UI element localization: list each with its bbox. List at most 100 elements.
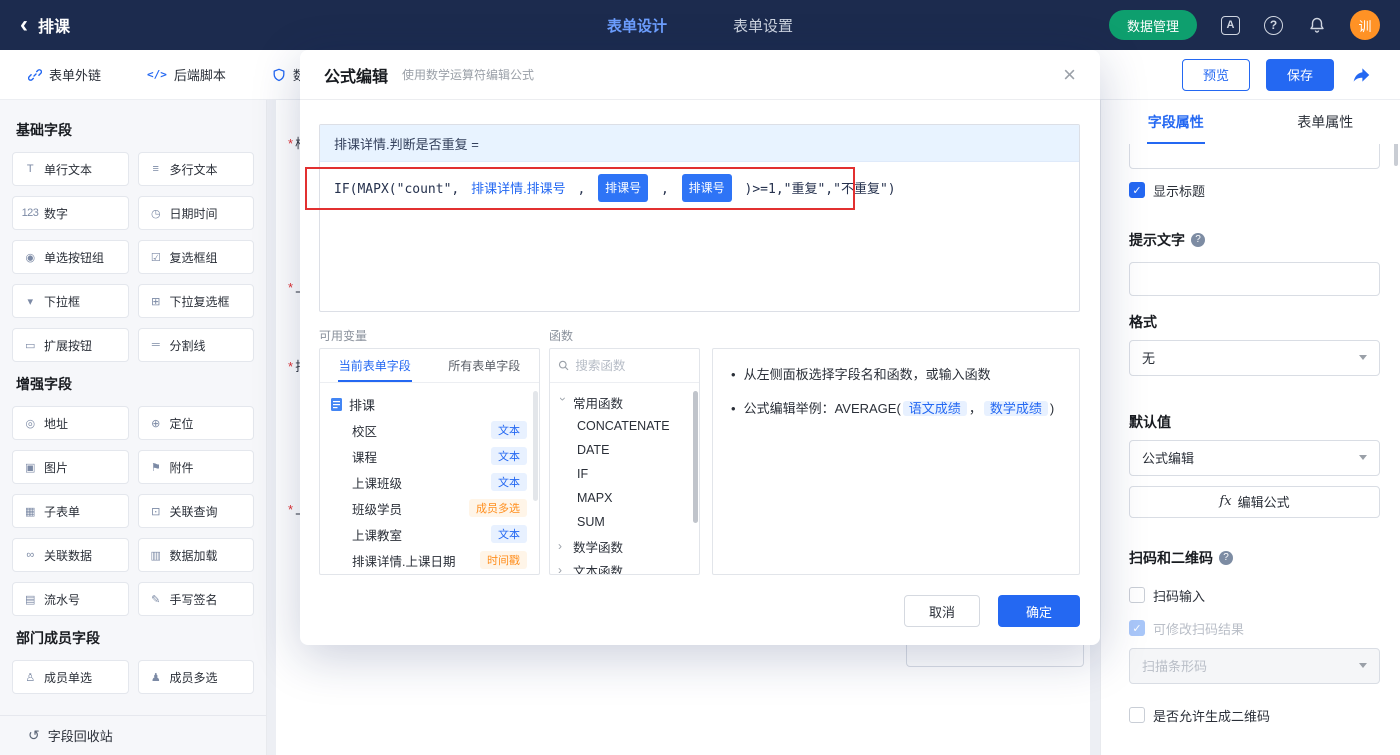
variable-row[interactable]: 排课详情.上课日期 时间戳: [330, 547, 535, 573]
title-input[interactable]: [1129, 144, 1380, 169]
tab-current-form-fields[interactable]: 当前表单字段: [320, 349, 430, 382]
field-chip-divider[interactable]: ═ 分割线: [137, 328, 254, 362]
question-icon[interactable]: ?: [1191, 232, 1205, 247]
field-chip-multi-dropdown[interactable]: ⊞ 下拉复选框: [137, 284, 254, 318]
field-chip-single-line-text[interactable]: T 单行文本: [12, 152, 129, 186]
tab-form-design[interactable]: 表单设计: [607, 15, 667, 36]
barcode-select[interactable]: 扫描条形码: [1129, 647, 1380, 684]
function-item[interactable]: DATE: [558, 438, 695, 462]
field-chip-related-data[interactable]: ∞ 关联数据: [12, 538, 129, 572]
member-single-icon: ♙: [25, 671, 35, 684]
share-icon[interactable]: [1350, 64, 1372, 86]
default-value-select[interactable]: 公式编辑: [1129, 439, 1380, 476]
formula-text: IF(MAPX("count",: [334, 182, 468, 197]
variable-row[interactable]: 课程 文本: [330, 443, 535, 469]
avatar[interactable]: 训: [1350, 10, 1380, 40]
field-chip-data-load[interactable]: ▥ 数据加载: [137, 538, 254, 572]
tab-field-properties[interactable]: 字段属性: [1101, 100, 1251, 144]
function-search-input[interactable]: [575, 358, 691, 373]
field-chip-dropdown[interactable]: ▾ 下拉框: [12, 284, 129, 318]
scrollbar-thumb[interactable]: [533, 391, 538, 501]
field-chip-radio-group[interactable]: ◉ 单选按钮组: [12, 240, 129, 274]
bell-icon[interactable]: [1307, 16, 1326, 35]
field-ref-token[interactable]: 排课详情.排课号: [471, 181, 566, 196]
field-chip-image[interactable]: ▣ 图片: [12, 450, 129, 484]
field-chip-serial-number[interactable]: ▤ 流水号: [12, 582, 129, 616]
field-chip-member-multi[interactable]: ♟ 成员多选: [137, 660, 254, 694]
formula-box: 排课详情.判断是否重复 = IF(MAPX("count", 排课详情.排课号 …: [319, 124, 1080, 312]
chevron-down-icon: [1359, 663, 1367, 668]
radio-icon: ◉: [25, 251, 35, 264]
field-chip-signature[interactable]: ✎ 手写签名: [137, 582, 254, 616]
function-item[interactable]: CONCATENATE: [558, 414, 695, 438]
variable-row[interactable]: 校区 文本: [330, 417, 535, 443]
variable-row[interactable]: 班级学员 成员多选: [330, 495, 535, 521]
modal-subtitle: 使用数学运算符编辑公式: [402, 68, 535, 82]
tab-all-form-fields[interactable]: 所有表单字段: [430, 349, 540, 382]
signature-icon: ✎: [151, 593, 160, 606]
field-chip-number[interactable]: 123 数字: [12, 196, 129, 230]
translate-icon[interactable]: A: [1221, 15, 1240, 35]
field-chip-location[interactable]: ⊕ 定位: [137, 406, 254, 440]
field-chip-lookup-query[interactable]: ⊡ 关联查询: [137, 494, 254, 528]
field-chip-checkbox-group[interactable]: ☑ 复选框组: [137, 240, 254, 274]
preview-button[interactable]: 预览: [1182, 58, 1250, 91]
modify-scan-row: ✓ 可修改扫码结果: [1129, 619, 1380, 638]
scrollbar-thumb[interactable]: [693, 391, 698, 523]
address-icon: ◎: [25, 417, 35, 430]
basic-fields-grid: T 单行文本 ≡ 多行文本 123 数字 ◷ 日期时间 ◉ 单选按钮组 ☑ 复选框组 ▾ 下拉…: [12, 152, 254, 362]
form-root-node[interactable]: 排课: [330, 391, 535, 417]
type-badge: 文本: [491, 421, 527, 439]
section-title-member-fields: 部门成员字段: [16, 630, 100, 646]
formula-editor[interactable]: IF(MAPX("count", 排课详情.排课号 , 排课号 , 排课号 )>…: [320, 162, 1079, 215]
field-chip-member-single[interactable]: ♙ 成员单选: [12, 660, 129, 694]
cancel-button[interactable]: 取消: [904, 595, 980, 627]
field-token[interactable]: 排课号: [598, 174, 649, 202]
save-button[interactable]: 保存: [1266, 58, 1334, 91]
question-icon[interactable]: ?: [1219, 550, 1233, 565]
edit-formula-button[interactable]: fx 编辑公式: [1129, 485, 1380, 518]
format-label: 格式: [1129, 313, 1157, 330]
back-icon[interactable]: ‹: [20, 13, 28, 37]
function-group-common[interactable]: › 常用函数: [556, 390, 695, 414]
backend-script-item[interactable]: </> 后端脚本: [147, 65, 226, 84]
hint-text-input[interactable]: [1129, 261, 1380, 296]
field-chip-address[interactable]: ◎ 地址: [12, 406, 129, 440]
member-fields-grid: ♙ 成员单选 ♟ 成员多选: [12, 660, 254, 694]
single-line-text-icon: T: [26, 163, 34, 175]
form-external-link-item[interactable]: 表单外链: [28, 65, 101, 84]
field-chip-multi-line-text[interactable]: ≡ 多行文本: [137, 152, 254, 186]
formula-text: )>=1,"重复","不重复"): [736, 182, 896, 197]
scan-input-checkbox[interactable]: [1129, 587, 1145, 603]
data-manage-button[interactable]: 数据管理: [1108, 10, 1197, 40]
subform-icon: ▦: [25, 505, 35, 518]
allow-qr-checkbox[interactable]: [1129, 707, 1145, 723]
variable-row[interactable]: 上课班级 文本: [330, 469, 535, 495]
function-group-math[interactable]: › 数学函数: [558, 534, 695, 558]
field-chip-datetime[interactable]: ◷ 日期时间: [137, 196, 254, 230]
field-chip-extend-button[interactable]: ▭ 扩展按钮: [12, 328, 129, 362]
type-badge: 文本: [491, 473, 527, 491]
field-recycle-bin[interactable]: ↺ 字段回收站: [0, 715, 266, 755]
help-icon[interactable]: ?: [1264, 15, 1283, 35]
section-title-enhanced-fields: 增强字段: [16, 376, 72, 392]
function-item[interactable]: SUM: [558, 510, 695, 534]
tab-form-properties[interactable]: 表单属性: [1251, 100, 1400, 144]
field-chip-attachment[interactable]: ⚑ 附件: [137, 450, 254, 484]
show-title-checkbox[interactable]: ✓: [1129, 182, 1145, 198]
field-token[interactable]: 排课号: [681, 174, 732, 202]
tab-form-settings[interactable]: 表单设置: [733, 15, 793, 36]
data-load-icon: ▥: [150, 549, 161, 562]
close-icon[interactable]: ×: [1063, 63, 1076, 86]
function-group-text[interactable]: › 文本函数: [558, 558, 695, 574]
format-select[interactable]: 无: [1129, 339, 1380, 376]
field-chip-subform[interactable]: ▦ 子表单: [12, 494, 129, 528]
variable-row[interactable]: 上课教室 文本: [330, 521, 535, 547]
location-icon: ⊕: [151, 417, 160, 430]
function-item[interactable]: MAPX: [558, 486, 695, 510]
modify-scan-checkbox[interactable]: ✓: [1129, 620, 1145, 636]
confirm-button[interactable]: 确定: [998, 595, 1080, 627]
modal-footer: 取消 确定: [904, 595, 1080, 627]
chevron-right-icon: ›: [558, 539, 562, 553]
function-item[interactable]: IF: [558, 462, 695, 486]
